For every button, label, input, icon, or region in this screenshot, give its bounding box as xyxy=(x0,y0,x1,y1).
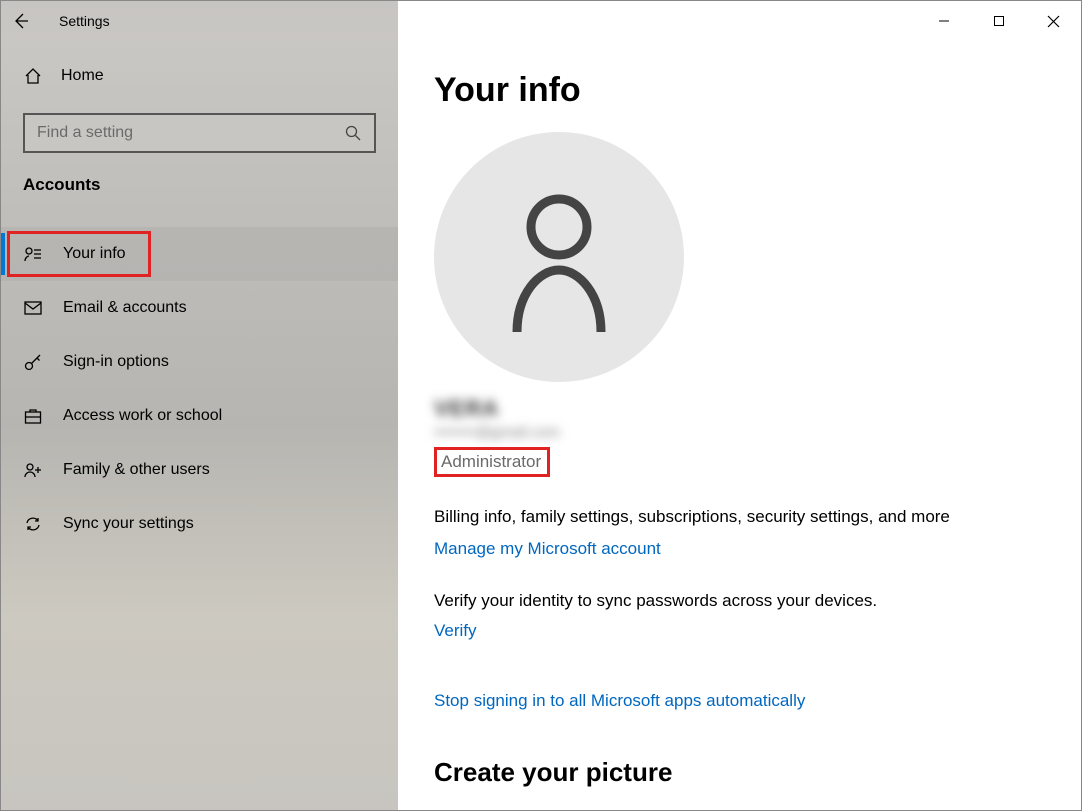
nav-item-label: Sign-in options xyxy=(63,353,169,371)
nav-item-label: Email & accounts xyxy=(63,299,187,317)
avatar xyxy=(434,132,684,382)
maximize-button[interactable] xyxy=(971,5,1026,37)
envelope-icon xyxy=(23,298,43,318)
nav-home-label: Home xyxy=(61,67,104,85)
sync-icon xyxy=(23,514,43,534)
main-content: Your info VERA ••••••••@gmail.com Admini… xyxy=(398,41,1081,810)
verify-description: Verify your identity to sync passwords a… xyxy=(434,591,1045,611)
nav-signin-options[interactable]: Sign-in options xyxy=(1,335,398,389)
verify-link[interactable]: Verify xyxy=(434,621,477,641)
minimize-icon xyxy=(938,15,950,27)
nav-family-users[interactable]: Family & other users xyxy=(1,443,398,497)
briefcase-icon xyxy=(23,406,43,426)
maximize-icon xyxy=(993,15,1005,27)
sidebar: Home Accounts Your info xyxy=(1,41,398,810)
nav-sync-settings[interactable]: Sync your settings xyxy=(1,497,398,551)
billing-description: Billing info, family settings, subscript… xyxy=(434,505,1045,529)
page-title: Your info xyxy=(434,71,1045,110)
close-button[interactable] xyxy=(1026,5,1081,37)
person-icon xyxy=(499,182,619,332)
window-titlebar: Settings xyxy=(1,1,1081,41)
user-name: VERA xyxy=(434,396,1045,422)
nav-access-work-school[interactable]: Access work or school xyxy=(1,389,398,443)
role-highlight-box: Administrator xyxy=(434,447,550,477)
manage-account-link[interactable]: Manage my Microsoft account xyxy=(434,539,661,559)
user-role: Administrator xyxy=(441,452,541,471)
search-input[interactable] xyxy=(37,124,344,142)
stop-signin-link[interactable]: Stop signing in to all Microsoft apps au… xyxy=(434,691,805,711)
id-card-icon xyxy=(23,244,43,264)
close-icon xyxy=(1047,15,1060,28)
nav-email-accounts[interactable]: Email & accounts xyxy=(1,281,398,335)
nav-item-label: Family & other users xyxy=(63,461,210,479)
people-icon xyxy=(23,460,43,480)
user-email: ••••••••@gmail.com xyxy=(434,424,1045,441)
home-icon xyxy=(23,66,43,86)
section-header: Accounts xyxy=(1,171,398,215)
search-icon xyxy=(344,124,362,142)
minimize-button[interactable] xyxy=(916,5,971,37)
app-title: Settings xyxy=(59,13,110,29)
nav-item-label: Access work or school xyxy=(63,407,222,425)
key-icon xyxy=(23,352,43,372)
nav-item-label: Sync your settings xyxy=(63,515,194,533)
nav-your-info[interactable]: Your info xyxy=(1,227,398,281)
create-picture-heading: Create your picture xyxy=(434,757,1045,788)
nav-home[interactable]: Home xyxy=(1,51,398,101)
arrow-left-icon xyxy=(11,11,31,31)
nav-item-label: Your info xyxy=(63,245,126,263)
back-button[interactable] xyxy=(1,1,41,41)
search-box[interactable] xyxy=(23,113,376,153)
